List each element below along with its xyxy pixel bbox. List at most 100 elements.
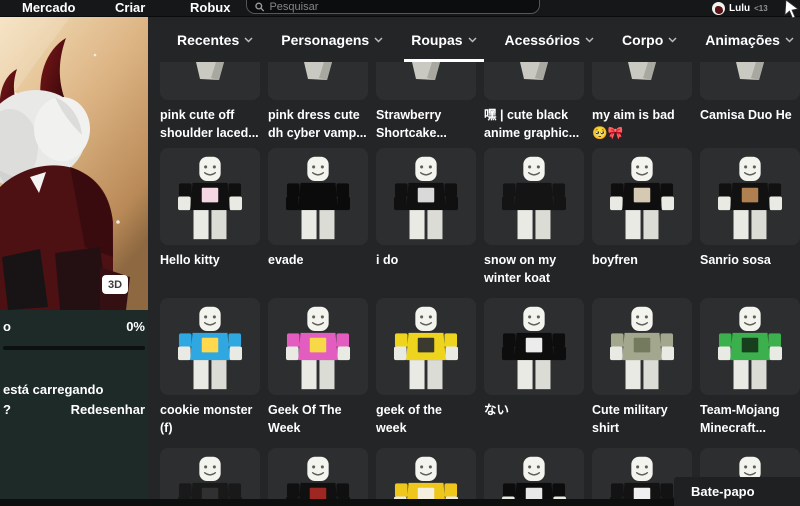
item-thumbnail[interactable] <box>160 298 260 395</box>
avatar-panel: 3D o 0% está carregando ? Redesenhar <box>0 17 148 506</box>
item-thumbnail[interactable] <box>700 298 800 395</box>
age-badge: <13 <box>754 3 768 13</box>
item-card: ない <box>484 298 584 437</box>
mannequin-figure <box>177 156 243 240</box>
item-thumbnail[interactable] <box>160 62 260 100</box>
avatar <box>712 1 725 15</box>
item-label: pink dress cute dh cyber vamp... <box>268 108 367 140</box>
user-menu[interactable]: Lulu <13 <box>712 0 768 16</box>
search-icon <box>255 2 265 11</box>
mannequin-figure <box>393 306 459 390</box>
grid-row: pink cute off shoulder laced... pink dre… <box>160 62 800 142</box>
item-thumbnail[interactable] <box>160 448 260 506</box>
tab-roupas[interactable]: Roupas <box>404 17 484 62</box>
tab-bar: Recentes Personagens Roupas Acessórios C… <box>148 17 800 62</box>
item-thumbnail[interactable] <box>700 148 800 245</box>
item-thumbnail[interactable] <box>592 62 692 100</box>
search-input[interactable] <box>269 0 531 13</box>
item-thumbnail[interactable] <box>592 298 692 395</box>
tab-label: Roupas <box>411 31 463 48</box>
mannequin-figure <box>177 456 243 506</box>
item-thumbnail[interactable] <box>376 298 476 395</box>
item-card <box>268 448 368 506</box>
item-card: geek of the week <box>376 298 476 437</box>
item-card <box>376 448 476 506</box>
chevron-down-icon <box>374 36 383 43</box>
item-label: Geek Of The Week <box>268 403 342 435</box>
items-grid: pink cute off shoulder laced... pink dre… <box>148 62 800 506</box>
mannequin-figure <box>501 156 567 240</box>
item-card: Sanrio sosa <box>700 148 800 287</box>
shirt-bottom-figure <box>412 62 440 80</box>
tab-personagens[interactable]: Personagens <box>274 17 390 62</box>
chat-bar[interactable]: Bate-papo <box>674 477 800 506</box>
redraw-button[interactable]: Redesenhar <box>71 402 145 417</box>
item-thumbnail[interactable] <box>268 148 368 245</box>
item-thumbnail[interactable] <box>484 148 584 245</box>
item-label: geek of the week <box>376 403 442 435</box>
3d-toggle-button[interactable]: 3D <box>102 275 128 294</box>
item-card: snow on my winter koat <box>484 148 584 287</box>
item-thumbnail[interactable] <box>592 148 692 245</box>
chevron-down-icon <box>585 36 594 43</box>
nav-item-criar[interactable]: Criar <box>115 0 145 16</box>
chevron-down-icon <box>244 36 253 43</box>
mannequin-figure <box>393 456 459 506</box>
loading-text: está carregando <box>3 382 104 397</box>
chat-label: Bate-papo <box>691 484 755 499</box>
item-thumbnail[interactable] <box>376 448 476 506</box>
avatar-render <box>0 17 148 310</box>
chevron-down-icon <box>468 36 477 43</box>
mannequin-figure <box>177 306 243 390</box>
item-card <box>160 448 260 506</box>
tab-animações[interactable]: Animações <box>698 17 800 62</box>
item-card: pink dress cute dh cyber vamp... <box>268 62 368 142</box>
item-label: Sanrio sosa <box>700 253 771 267</box>
item-thumbnail[interactable] <box>160 148 260 245</box>
mannequin-figure <box>501 306 567 390</box>
mannequin-figure <box>285 306 351 390</box>
item-label: 嘿 | cute black anime graphic... <box>484 108 580 140</box>
catalog-main: Recentes Personagens Roupas Acessórios C… <box>148 17 800 506</box>
item-thumbnail[interactable] <box>376 62 476 100</box>
tab-acessórios[interactable]: Acessórios <box>498 17 601 62</box>
shirt-bottom-figure <box>628 62 656 80</box>
mannequin-figure <box>717 306 783 390</box>
mannequin-figure <box>717 156 783 240</box>
progress-bar <box>3 346 145 350</box>
item-label: Cute military shirt <box>592 403 668 435</box>
nav-item-robux[interactable]: Robux <box>190 0 230 16</box>
tab-label: Recentes <box>177 31 240 48</box>
mannequin-figure <box>285 456 351 506</box>
item-label: ない <box>484 403 510 417</box>
item-thumbnail[interactable] <box>376 148 476 245</box>
item-label: boyfren <box>592 253 638 267</box>
item-thumbnail[interactable] <box>484 448 584 506</box>
item-label: my aim is bad 🥺🎀 <box>592 108 675 140</box>
item-thumbnail[interactable] <box>484 298 584 395</box>
search-bar[interactable] <box>246 0 540 14</box>
grid-row: Hello kitty evade i do snow on my winter… <box>160 148 800 287</box>
item-thumbnail[interactable] <box>268 448 368 506</box>
nav-item-mercado[interactable]: Mercado <box>22 0 75 16</box>
item-card: Strawberry Shortcake... <box>376 62 476 142</box>
grid-row: cookie monster (f) Geek Of The Week geek… <box>160 298 800 437</box>
avatar-loading-section: o 0% está carregando ? Redesenhar <box>0 319 148 417</box>
item-card: Cute military shirt <box>592 298 692 437</box>
item-card: i do <box>376 148 476 287</box>
mannequin-figure <box>609 156 675 240</box>
shirt-bottom-figure <box>736 62 764 80</box>
chevron-down-icon <box>785 36 794 43</box>
mannequin-figure <box>285 156 351 240</box>
item-thumbnail[interactable] <box>484 62 584 100</box>
item-label: Hello kitty <box>160 253 220 267</box>
item-label: Strawberry Shortcake... <box>376 108 447 140</box>
item-thumbnail[interactable] <box>268 298 368 395</box>
tab-corpo[interactable]: Corpo <box>615 17 684 62</box>
item-thumbnail[interactable] <box>700 62 800 100</box>
shirt-bottom-figure <box>304 62 332 80</box>
item-card: Team-Mojang Minecraft... <box>700 298 800 437</box>
item-thumbnail[interactable] <box>268 62 368 100</box>
chevron-down-icon <box>668 36 677 43</box>
tab-recentes[interactable]: Recentes <box>170 17 260 62</box>
